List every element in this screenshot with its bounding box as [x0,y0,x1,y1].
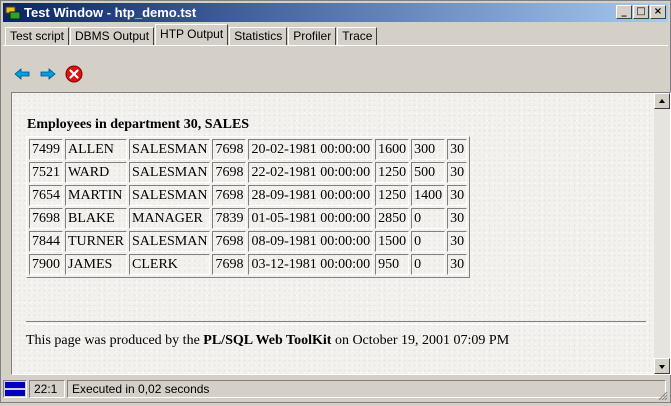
table-cell: 1250 [375,185,410,206]
stop-icon[interactable] [65,65,83,83]
table-cell: 1250 [375,162,410,183]
table-cell: 30 [447,254,468,275]
table-cell: 7499 [29,139,63,160]
status-bar: 22:1 Executed in 0,02 seconds [3,378,668,401]
footer-suffix: on October 19, 2001 07:09 PM [331,333,510,348]
vertical-scrollbar[interactable] [654,93,670,374]
horizontal-rule [26,321,646,325]
tab-trace[interactable]: Trace [337,27,378,45]
resize-grip-icon[interactable] [656,388,668,401]
table-cell: ALLEN [65,139,127,160]
minimize-button[interactable]: _ [616,5,632,19]
arrow-right-icon[interactable] [39,65,57,83]
footer-prefix: This page was produced by the [26,333,204,348]
table-cell: 7698 [29,208,63,229]
table-cell: 1400 [411,185,446,206]
table-row: 7521 WARD SALESMAN 7698 22-02-1981 00:00:00 1… [29,162,468,183]
table-cell: 01-05-1981 00:00:00 [248,208,374,229]
table-cell: JAMES [65,254,127,275]
table-cell: 7698 [212,254,247,275]
table-cell: TURNER [65,231,127,252]
tab-htp-output[interactable]: HTP Output [155,24,229,45]
table-cell: 0 [411,231,446,252]
table-cell: MARTIN [65,185,127,206]
table-cell: 500 [411,162,446,183]
table-cell: 30 [447,139,468,160]
table-row: 7900 JAMES CLERK 7698 03-12-1981 00:00:00 950… [29,254,468,275]
table-cell: 7521 [29,162,63,183]
tab-dbms-output[interactable]: DBMS Output [70,27,155,45]
table-cell: 1600 [375,139,410,160]
table-cell: 7698 [212,162,247,183]
arrow-left-icon[interactable] [13,65,31,83]
table-cell: 0 [411,254,446,275]
table-cell: WARD [65,162,127,183]
htp-output-pane: Employees in department 30, SALES 7499 AL… [11,92,671,375]
table-cell: 20-02-1981 00:00:00 [248,139,374,160]
table-cell: SALESMAN [129,185,211,206]
table-cell: 7698 [212,185,247,206]
table-cell: SALESMAN [129,231,211,252]
table-cell: 08-09-1981 00:00:00 [248,231,374,252]
table-row: 7844 TURNER SALESMAN 7698 08-09-1981 00:00:0… [29,231,468,252]
table-cell: 300 [411,139,446,160]
table-cell: 7698 [212,231,247,252]
footer-toolkit-name: PL/SQL Web ToolKit [203,333,332,348]
editor-mode-icon [3,380,27,398]
table-cell: 28-09-1981 00:00:00 [248,185,374,206]
table-cell: MANAGER [129,208,211,229]
table-cell: SALESMAN [129,162,211,183]
tab-test-script[interactable]: Test script [5,27,70,45]
table-row: 7654 MARTIN SALESMAN 7698 28-09-1981 00:00:0… [29,185,468,206]
table-cell: 30 [447,162,468,183]
app-icon [5,6,21,20]
table-cell: 950 [375,254,410,275]
scroll-up-arrow-icon [659,99,665,103]
table-cell: 2850 [375,208,410,229]
status-message: Executed in 0,02 seconds [67,380,666,398]
employees-table: 7499 ALLEN SALESMAN 7698 20-02-1981 00:00:00… [26,136,471,278]
tab-profiler[interactable]: Profiler [288,27,337,45]
table-cell: 7654 [29,185,63,206]
table-row: 7499 ALLEN SALESMAN 7698 20-02-1981 00:00:00… [29,139,468,160]
close-button[interactable]: × [650,5,666,19]
table-cell: 7844 [29,231,63,252]
table-cell: 30 [447,208,468,229]
tab-strip: Test script DBMS Output HTP Output Stati… [5,24,378,45]
table-cell: 03-12-1981 00:00:00 [248,254,374,275]
scroll-down-button[interactable] [654,358,670,374]
scroll-down-arrow-icon [659,365,665,369]
window-title: Test Window - htp_demo.tst [24,5,197,20]
scroll-up-button[interactable] [654,93,670,109]
table-cell: CLERK [129,254,211,275]
page-heading: Employees in department 30, SALES [27,117,250,132]
table-cell: 1500 [375,231,410,252]
toolbar [13,63,91,85]
table-cell: BLAKE [65,208,127,229]
title-bar[interactable]: Test Window - htp_demo.tst _ □ × [3,3,668,22]
table-row: 7698 BLAKE MANAGER 7839 01-05-1981 00:00:00 2… [29,208,468,229]
table-cell: 22-02-1981 00:00:00 [248,162,374,183]
table-cell: 7839 [212,208,247,229]
page-footer: This page was produced by the PL/SQL Web… [26,333,509,349]
tab-divider [3,45,668,46]
maximize-button[interactable]: □ [633,5,649,19]
table-cell: 7698 [212,139,247,160]
test-window: Test Window - htp_demo.tst _ □ × Test sc… [0,0,671,403]
table-cell: 30 [447,231,468,252]
cursor-position: 22:1 [29,380,65,398]
tab-statistics[interactable]: Statistics [229,27,288,45]
table-cell: 7900 [29,254,63,275]
table-cell: SALESMAN [129,139,211,160]
table-cell: 0 [411,208,446,229]
table-cell: 30 [447,185,468,206]
